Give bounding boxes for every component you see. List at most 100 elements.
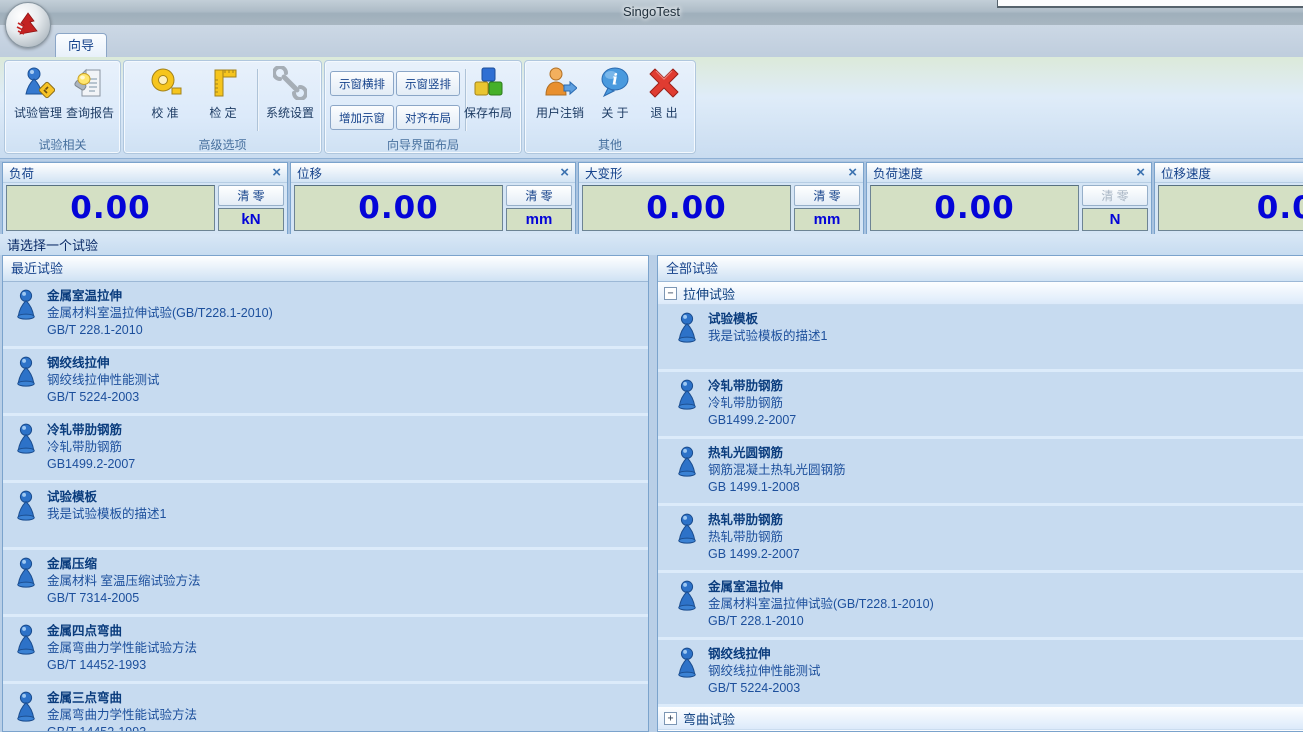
test-desc: 我是试验模板的描述1 [47, 506, 166, 523]
close-icon[interactable]: × [272, 166, 281, 180]
exit-button[interactable]: 退 出 [641, 65, 687, 133]
close-icon[interactable]: × [560, 166, 569, 180]
save-layout-button[interactable]: 保存布局 [459, 65, 517, 133]
test-icon [674, 513, 708, 549]
windows-vertical-button[interactable]: 示窗竖排 [396, 71, 460, 96]
system-settings-button[interactable]: 系统设置 [261, 65, 319, 133]
test-title: 金属室温拉伸 [708, 579, 934, 596]
list-item-all-1[interactable]: 冷轧带肋钢筋 冷轧带肋钢筋 GB1499.2-2007 [658, 372, 1303, 436]
test-standard: GB/T 14452-1993 [47, 657, 197, 674]
tree-node-tensile[interactable]: − 拉伸试验 [658, 282, 1303, 305]
all-tests-panel: 全部试验 − 拉伸试验 试验模板 我是试验模板的描述1 冷轧带肋钢筋 冷轧带肋钢… [657, 255, 1303, 732]
list-item-recent-1[interactable]: 钢绞线拉伸 钢绞线拉伸性能测试 GB/T 5224-2003 [3, 349, 648, 413]
collapse-icon[interactable]: − [664, 287, 677, 300]
list-item-recent-2[interactable]: 冷轧带肋钢筋 冷轧带肋钢筋 GB1499.2-2007 [3, 416, 648, 480]
test-desc: 钢绞线拉伸性能测试 [47, 372, 160, 389]
test-desc: 金属材料室温拉伸试验(GB/T228.1-2010) [708, 596, 934, 613]
test-title: 钢绞线拉伸 [708, 646, 821, 663]
test-desc: 热轧带肋钢筋 [708, 529, 800, 546]
main-area: 最近试验 金属室温拉伸 金属材料室温拉伸试验(GB/T228.1-2010) G… [0, 255, 1303, 732]
gauge-displacement-title: 位移 [297, 163, 322, 182]
zero-button[interactable]: 清 零 [218, 185, 284, 206]
test-manage-label: 试验管理 [14, 104, 62, 121]
test-standard: GB1499.2-2007 [708, 412, 796, 429]
user-logout-button[interactable]: 用户注销 [531, 65, 589, 133]
test-icon [13, 490, 47, 526]
gauge-load-speed-title: 负荷速度 [873, 163, 923, 182]
status-prompt: 请选择一个试验 [0, 234, 1303, 255]
query-report-button[interactable]: 查询报告 [61, 65, 119, 133]
app-logo-icon [12, 9, 44, 41]
test-standard: GB/T 7314-2005 [47, 590, 200, 607]
list-item-all-2[interactable]: 热轧光圆钢筋 钢筋混凝土热轧光圆钢筋 GB 1499.1-2008 [658, 439, 1303, 503]
user-logout-icon [542, 65, 578, 101]
zero-button[interactable]: 清 零 [794, 185, 860, 206]
test-title: 试验模板 [47, 489, 166, 506]
list-item-recent-5[interactable]: 金属四点弯曲 金属弯曲力学性能试验方法 GB/T 14452-1993 [3, 617, 648, 681]
calibrate-button[interactable]: 校 准 [136, 65, 194, 133]
test-desc: 冷轧带肋钢筋 [708, 395, 796, 412]
test-title: 热轧光圆钢筋 [708, 445, 846, 462]
gauge-load-speed: 负荷速度 × 0.00 清 零 N [866, 162, 1152, 235]
application-window: SingoTest 向导 [0, 0, 1303, 732]
gauge-load-speed-value: 0.00 [870, 185, 1079, 231]
overlapping-window-edge [997, 0, 1303, 8]
test-manage-button[interactable]: 试验管理 [9, 65, 67, 133]
cubes-icon [470, 65, 506, 101]
list-item-recent-0[interactable]: 金属室温拉伸 金属材料室温拉伸试验(GB/T228.1-2010) GB/T 2… [3, 282, 648, 346]
gauge-displacement-speed-title: 位移速度 [1161, 163, 1211, 182]
gauge-load-unit: kN [218, 208, 284, 231]
align-layout-button[interactable]: 对齐布局 [396, 105, 460, 130]
list-item-all-3[interactable]: 热轧带肋钢筋 热轧带肋钢筋 GB 1499.2-2007 [658, 506, 1303, 570]
query-report-icon [72, 65, 108, 101]
close-icon[interactable]: × [848, 166, 857, 180]
query-report-label: 查询报告 [66, 104, 114, 121]
gauge-large-deformation-unit: mm [794, 208, 860, 231]
test-title: 冷轧带肋钢筋 [708, 378, 796, 395]
test-desc: 钢筋混凝土热轧光圆钢筋 [708, 462, 846, 479]
test-standard: GB 1499.2-2007 [708, 546, 800, 563]
gauge-large-deformation: 大变形 × 0.00 清 零 mm [578, 162, 864, 235]
list-item-all-5[interactable]: 钢绞线拉伸 钢绞线拉伸性能测试 GB/T 5224-2003 [658, 640, 1303, 704]
group-separator [257, 69, 258, 131]
list-item-all-0[interactable]: 试验模板 我是试验模板的描述1 [658, 305, 1303, 369]
test-standard: GB/T 5224-2003 [47, 389, 160, 406]
test-title: 金属压缩 [47, 556, 200, 573]
test-desc: 金属弯曲力学性能试验方法 [47, 707, 197, 724]
list-item-recent-3[interactable]: 试验模板 我是试验模板的描述1 [3, 483, 648, 547]
tree-node-label: 弯曲试验 [683, 709, 735, 728]
verify-button[interactable]: 检 定 [194, 65, 252, 133]
about-label: 关 于 [601, 104, 628, 121]
tree-node-bend[interactable]: + 弯曲试验 [658, 707, 1303, 730]
test-icon [674, 580, 708, 616]
test-icon [674, 647, 708, 683]
windows-horizontal-button[interactable]: 示窗横排 [330, 71, 394, 96]
test-standard: GB/T 228.1-2010 [47, 322, 273, 339]
expand-icon[interactable]: + [664, 712, 677, 725]
test-icon [674, 379, 708, 415]
svg-text:i: i [612, 71, 618, 89]
test-desc: 金属弯曲力学性能试验方法 [47, 640, 197, 657]
application-menu-button[interactable] [5, 2, 51, 48]
tape-measure-icon [147, 65, 183, 101]
add-window-button[interactable]: 增加示窗 [330, 105, 394, 130]
test-desc: 我是试验模板的描述1 [708, 328, 827, 345]
gauge-load-title: 负荷 [9, 163, 34, 182]
about-button[interactable]: i 关 于 [593, 65, 637, 133]
close-icon[interactable]: × [1136, 166, 1145, 180]
list-item-recent-6[interactable]: 金属三点弯曲 金属弯曲力学性能试验方法 GB/T 14452-1993 [3, 684, 648, 732]
tab-wizard[interactable]: 向导 [55, 33, 107, 58]
recent-tests-panel: 最近试验 金属室温拉伸 金属材料室温拉伸试验(GB/T228.1-2010) G… [2, 255, 649, 732]
recent-tests-header: 最近试验 [3, 256, 648, 282]
list-item-recent-4[interactable]: 金属压缩 金属材料 室温压缩试验方法 GB/T 7314-2005 [3, 550, 648, 614]
gauge-displacement-unit: mm [506, 208, 572, 231]
list-item-all-4[interactable]: 金属室温拉伸 金属材料室温拉伸试验(GB/T228.1-2010) GB/T 2… [658, 573, 1303, 637]
ribbon-tab-strip: 向导 [0, 25, 1303, 57]
test-manage-icon [20, 65, 56, 101]
test-icon [674, 446, 708, 482]
wrench-icon [272, 65, 308, 101]
zero-button[interactable]: 清 零 [506, 185, 572, 206]
test-title: 金属室温拉伸 [47, 288, 273, 305]
save-layout-label: 保存布局 [464, 104, 512, 121]
about-icon: i [597, 65, 633, 101]
